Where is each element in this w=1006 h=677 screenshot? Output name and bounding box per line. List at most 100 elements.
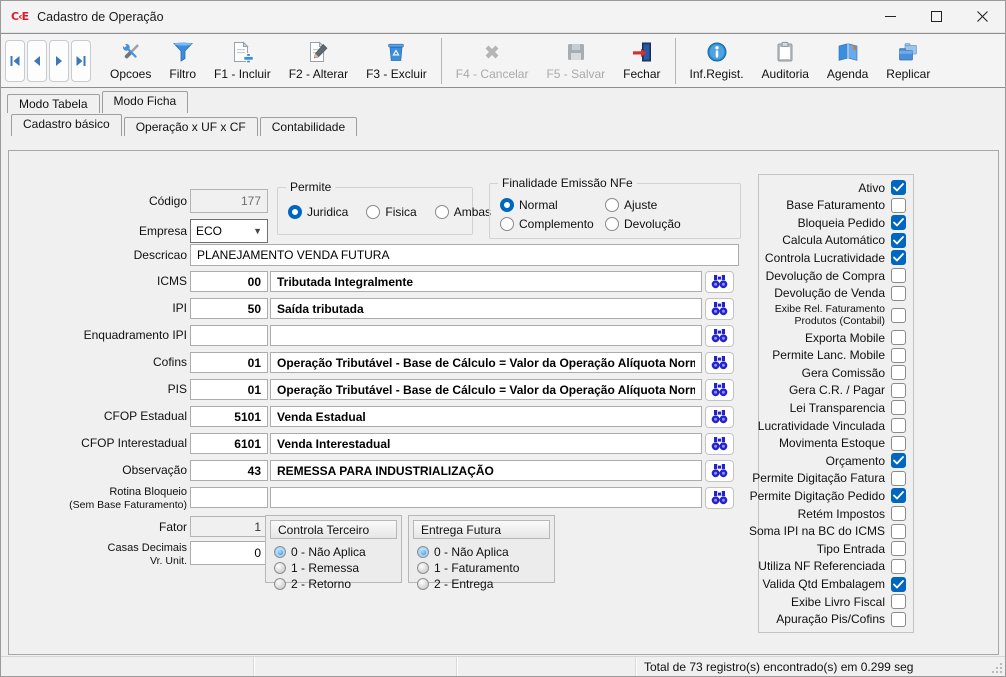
row-code-field[interactable] xyxy=(190,379,268,400)
radio-option[interactable]: Ambas xyxy=(435,205,491,219)
checkbox[interactable] xyxy=(891,541,906,556)
row-desc-field[interactable] xyxy=(270,325,702,346)
toolbar-button-f2-alterar[interactable]: F2 - Alterar xyxy=(280,36,357,86)
checkbox[interactable] xyxy=(891,268,906,283)
toolbar-button-opcoes[interactable]: Opcoes xyxy=(101,36,160,86)
lookup-button[interactable] xyxy=(705,352,734,374)
checkbox[interactable] xyxy=(891,233,906,248)
flag-label: Exibe Rel. Faturamento Produtos (Contabi… xyxy=(767,303,885,327)
toolbar-button-replicar[interactable]: Replicar xyxy=(877,36,939,86)
checkbox[interactable] xyxy=(891,594,906,609)
check-icon xyxy=(893,218,904,227)
checkbox[interactable] xyxy=(891,506,906,521)
flag-row: Ativo xyxy=(759,180,913,195)
checkbox[interactable] xyxy=(891,250,906,265)
lookup-button[interactable] xyxy=(705,379,734,401)
row-code-field[interactable] xyxy=(190,433,268,454)
row-desc-field[interactable] xyxy=(270,460,702,481)
radio-option[interactable]: 1 - Remessa xyxy=(274,561,401,575)
minimize-button[interactable] xyxy=(867,1,913,32)
lookup-button[interactable] xyxy=(705,406,734,428)
radio-option[interactable]: Fisica xyxy=(366,205,416,219)
row-desc-field[interactable] xyxy=(270,271,702,292)
last-record-button[interactable] xyxy=(71,40,91,82)
row-desc-field[interactable] xyxy=(270,487,702,508)
radio-option[interactable]: 2 - Entrega xyxy=(417,577,554,591)
row-code-field[interactable] xyxy=(190,325,268,346)
checkbox[interactable] xyxy=(891,436,906,451)
checkbox[interactable] xyxy=(891,198,906,213)
radio-icon xyxy=(366,205,380,219)
row-desc-field[interactable] xyxy=(270,352,702,373)
row-code-field[interactable] xyxy=(190,460,268,481)
radio-option[interactable]: Ajuste xyxy=(605,198,740,212)
checkbox[interactable] xyxy=(891,612,906,627)
statusbar: Total de 73 registro(s) encontrado(s) em… xyxy=(1,656,1005,676)
toolbar-button-fechar[interactable]: Fechar xyxy=(614,36,669,86)
checkbox[interactable] xyxy=(891,215,906,230)
checkbox[interactable] xyxy=(891,418,906,433)
radio-option[interactable]: 0 - Não Aplica xyxy=(417,545,554,559)
radio-option[interactable]: Complemento xyxy=(500,217,605,231)
row-code-field[interactable] xyxy=(190,487,268,508)
row-code-field[interactable] xyxy=(190,406,268,427)
row-label: Rotina Bloqueio(Sem Base Faturamento) xyxy=(9,486,187,512)
toolbar-button-agenda[interactable]: Agenda xyxy=(818,36,877,86)
row-desc-field[interactable] xyxy=(270,406,702,427)
cancel-icon xyxy=(480,40,504,64)
checkbox[interactable] xyxy=(891,471,906,486)
radio-option[interactable]: Juridica xyxy=(288,205,348,219)
row-code-field[interactable] xyxy=(190,352,268,373)
maximize-button[interactable] xyxy=(913,1,959,32)
close-button[interactable] xyxy=(959,1,1005,32)
radio-option[interactable]: 1 - Faturamento xyxy=(417,561,554,575)
toolbar-button-filtro[interactable]: Filtro xyxy=(160,36,205,86)
lookup-button[interactable] xyxy=(705,325,734,347)
checkbox[interactable] xyxy=(891,365,906,380)
row-desc-field[interactable] xyxy=(270,379,702,400)
radio-option[interactable]: Devolução xyxy=(605,217,740,231)
resize-grip-icon[interactable] xyxy=(991,662,1003,674)
tab-cadastro-basico[interactable]: Cadastro básico xyxy=(11,114,122,136)
tab-operacao-uf-cf[interactable]: Operação x UF x CF xyxy=(124,117,258,136)
row-code-field[interactable] xyxy=(190,271,268,292)
first-record-button[interactable] xyxy=(5,40,25,82)
checkbox[interactable] xyxy=(891,330,906,345)
toolbar-button-f1-incluir[interactable]: F1 - Incluir xyxy=(205,36,280,86)
next-record-button[interactable] xyxy=(49,40,69,82)
radio-option[interactable]: Normal xyxy=(500,198,605,212)
checkbox[interactable] xyxy=(891,308,906,323)
descricao-field[interactable] xyxy=(190,244,739,266)
row-desc-field[interactable] xyxy=(270,433,702,454)
checkbox[interactable] xyxy=(891,577,906,592)
toolbar-button-inf-regist[interactable]: Inf.Regist. xyxy=(681,36,753,86)
checkbox[interactable] xyxy=(891,383,906,398)
tab-modo-tabela[interactable]: Modo Tabela xyxy=(7,94,100,113)
tab-contabilidade[interactable]: Contabilidade xyxy=(260,117,357,136)
checkbox[interactable] xyxy=(891,524,906,539)
row-code-field[interactable] xyxy=(190,298,268,319)
checkbox[interactable] xyxy=(891,488,906,503)
checkbox[interactable] xyxy=(891,348,906,363)
checkbox[interactable] xyxy=(891,180,906,195)
checkbox[interactable] xyxy=(891,286,906,301)
checkbox[interactable] xyxy=(891,400,906,415)
lookup-button[interactable] xyxy=(705,487,734,509)
previous-record-button[interactable] xyxy=(27,40,47,82)
lookup-button[interactable] xyxy=(705,298,734,320)
toolbar-button-f3-excluir[interactable]: F3 - Excluir xyxy=(357,36,436,86)
checkbox[interactable] xyxy=(891,559,906,574)
row-desc-field[interactable] xyxy=(270,298,702,319)
tab-modo-ficha[interactable]: Modo Ficha xyxy=(102,91,189,113)
flag-row: Permite Digitação Fatura xyxy=(759,471,913,486)
radio-option[interactable]: 2 - Retorno xyxy=(274,577,401,591)
casas-decimais-field[interactable] xyxy=(190,541,268,565)
radio-label: Devolução xyxy=(624,217,681,231)
radio-option[interactable]: 0 - Não Aplica xyxy=(274,545,401,559)
lookup-button[interactable] xyxy=(705,433,734,455)
lookup-button[interactable] xyxy=(705,460,734,482)
empresa-combobox[interactable]: ECO ▼ xyxy=(190,219,268,243)
checkbox[interactable] xyxy=(891,453,906,468)
lookup-button[interactable] xyxy=(705,271,734,293)
toolbar-button-auditoria[interactable]: Auditoria xyxy=(753,36,818,86)
